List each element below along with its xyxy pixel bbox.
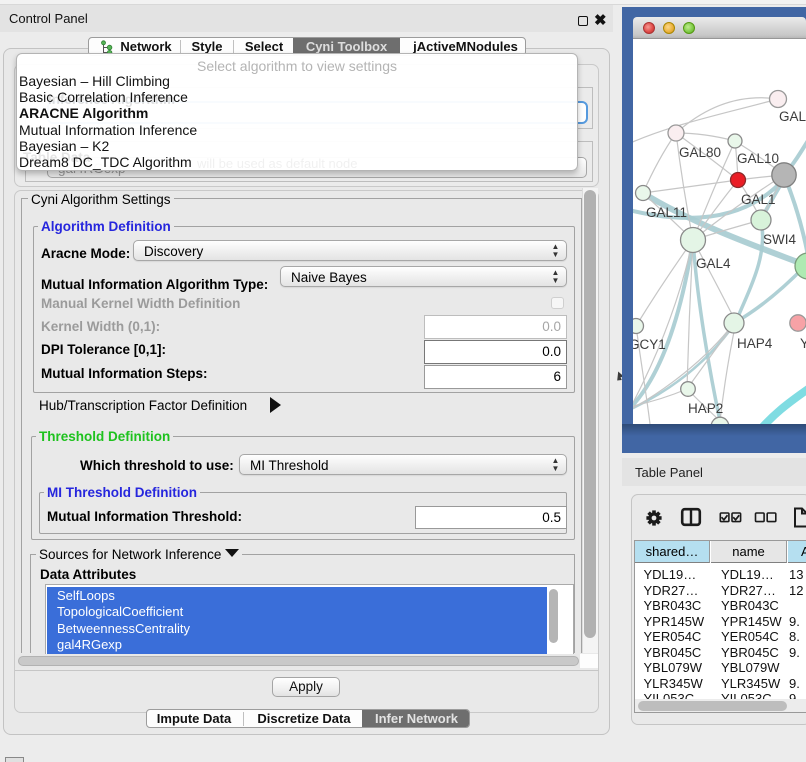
svg-text:GAL7: GAL7 — [779, 109, 806, 124]
svg-text:GAL11: GAL11 — [646, 205, 687, 220]
svg-text:HAP2: HAP2 — [688, 401, 723, 416]
svg-text:GAL1: GAL1 — [741, 192, 776, 207]
svg-text:GAL80: GAL80 — [679, 145, 721, 160]
svg-text:Y: Y — [800, 336, 806, 351]
svg-text:GCY1: GCY1 — [633, 337, 666, 352]
svg-text:GAL4: GAL4 — [696, 256, 731, 271]
svg-text:SWI4: SWI4 — [763, 232, 796, 247]
svg-text:GAL10: GAL10 — [737, 151, 779, 166]
svg-text:HAP4: HAP4 — [737, 336, 773, 351]
